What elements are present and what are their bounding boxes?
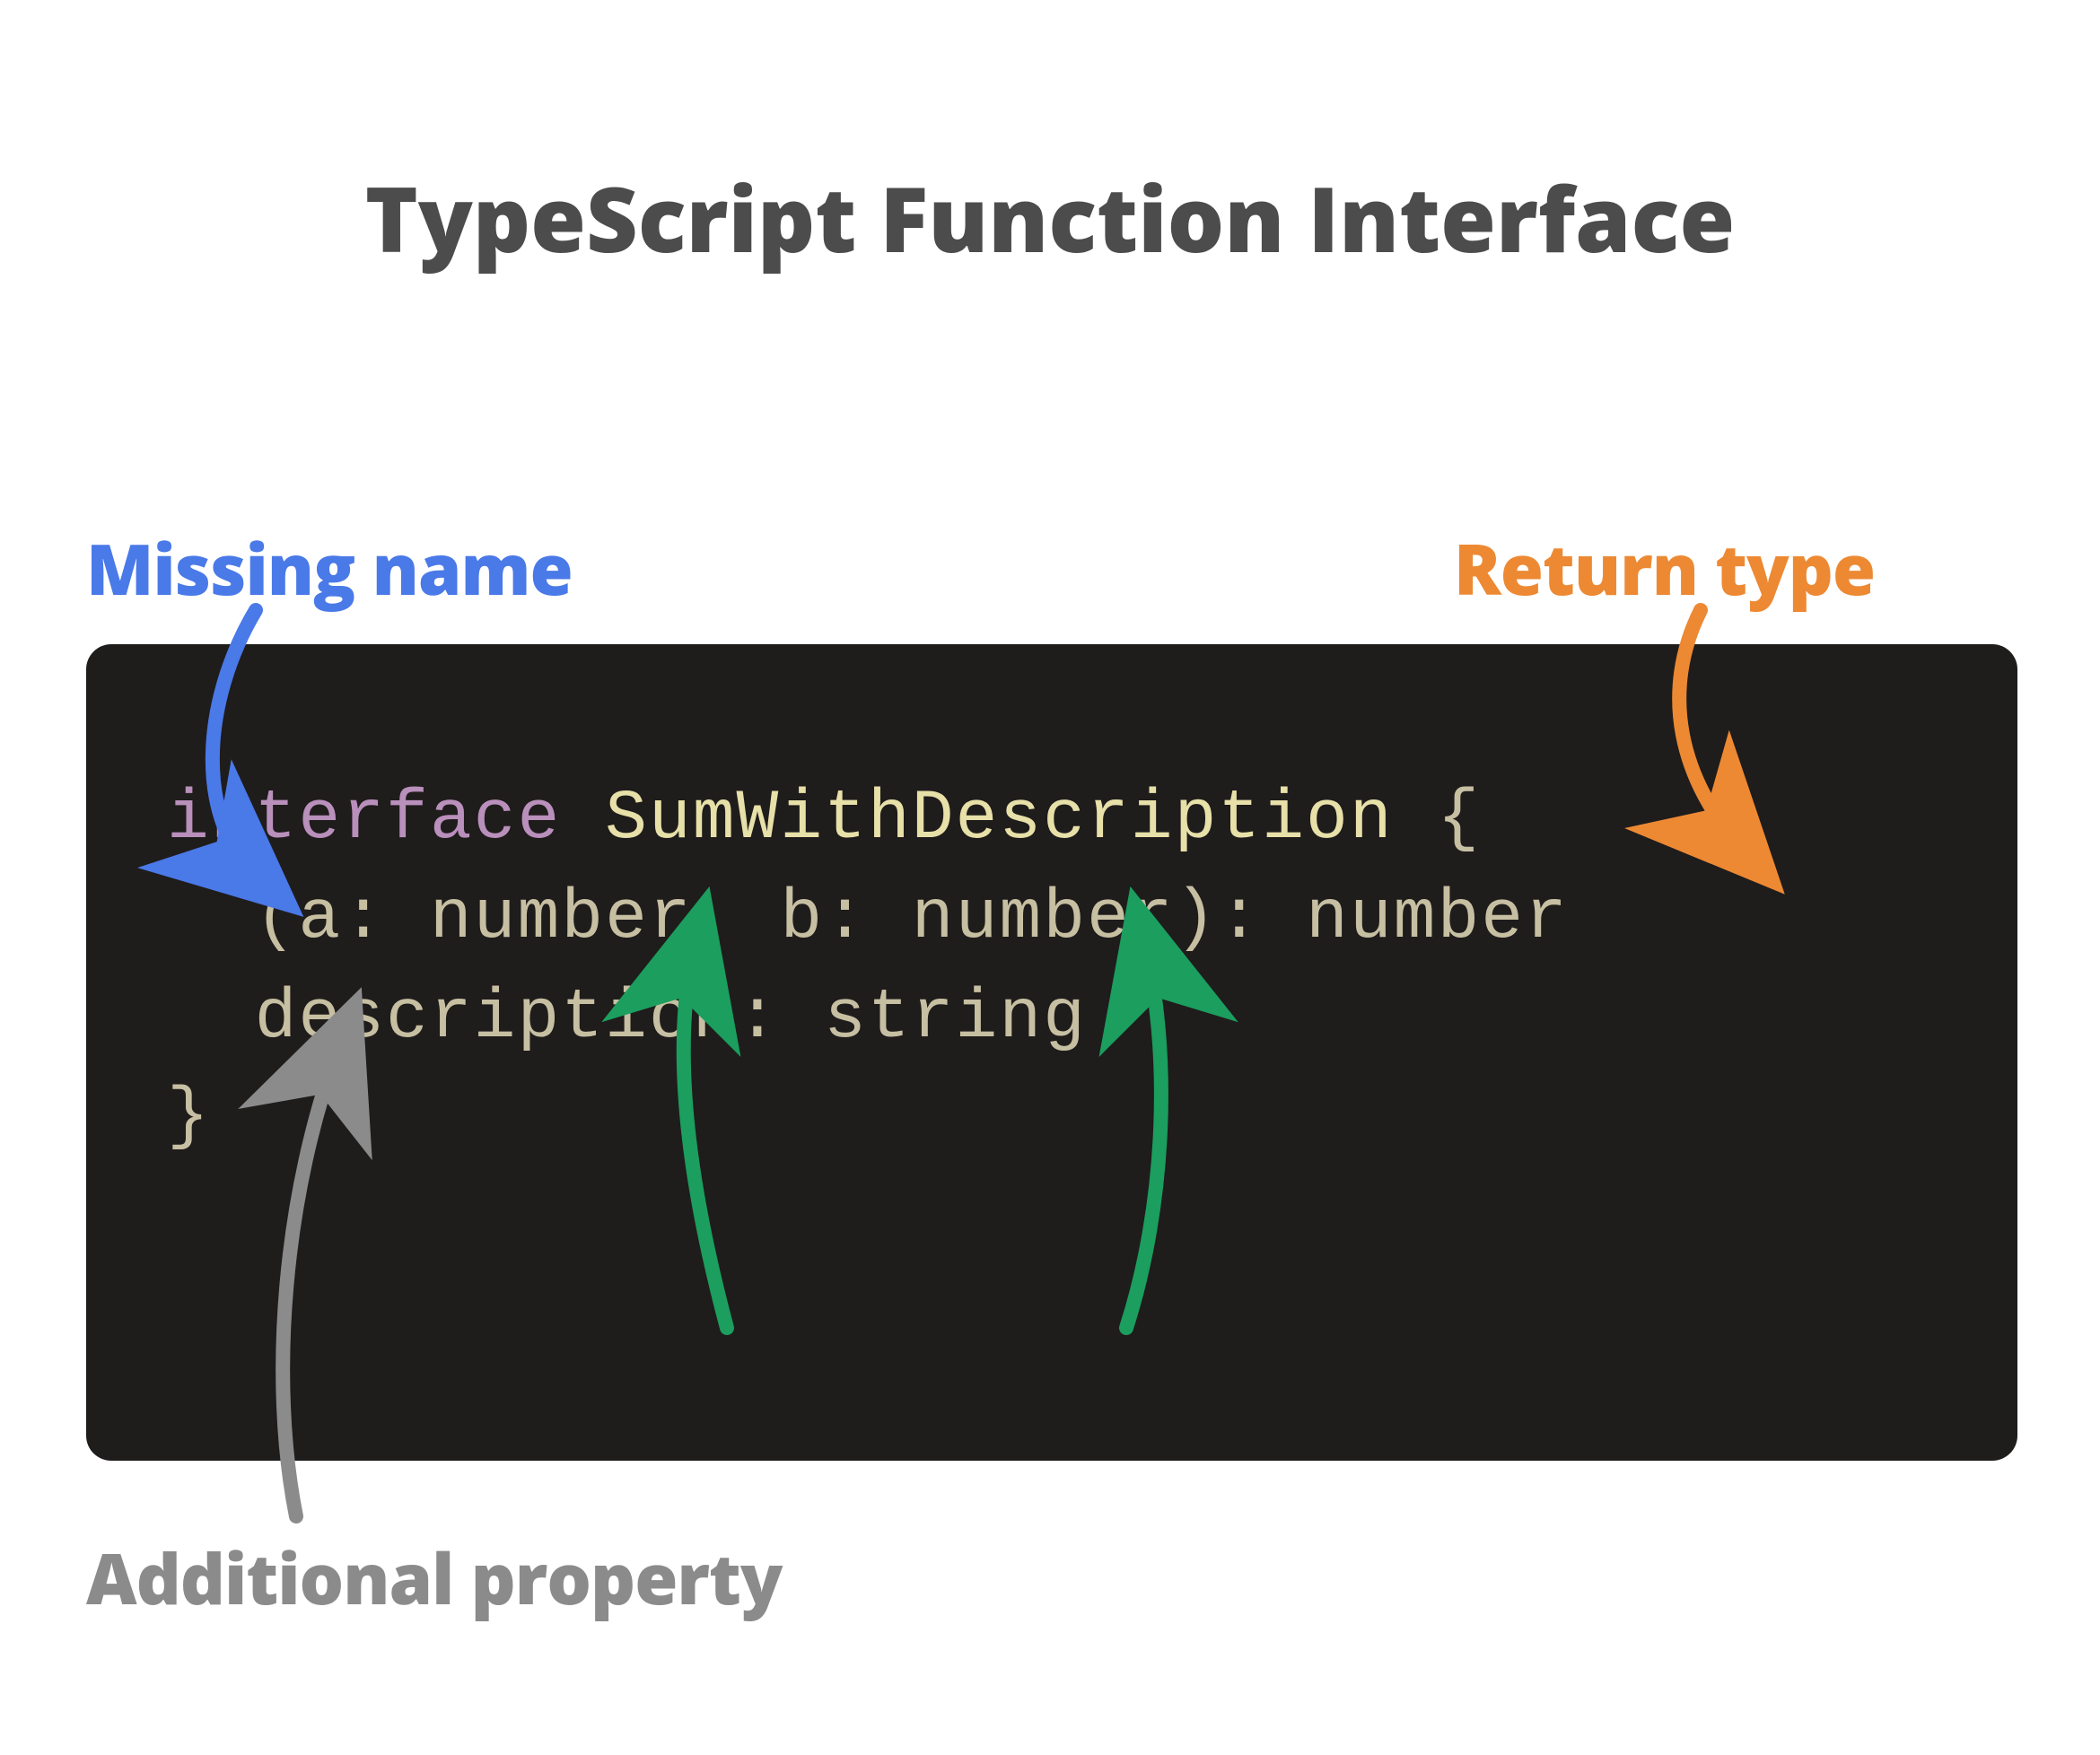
diagram-root: TypeScript Function Interface Missing na…: [0, 0, 2100, 1755]
arrow-additional-property: [0, 0, 2100, 1755]
